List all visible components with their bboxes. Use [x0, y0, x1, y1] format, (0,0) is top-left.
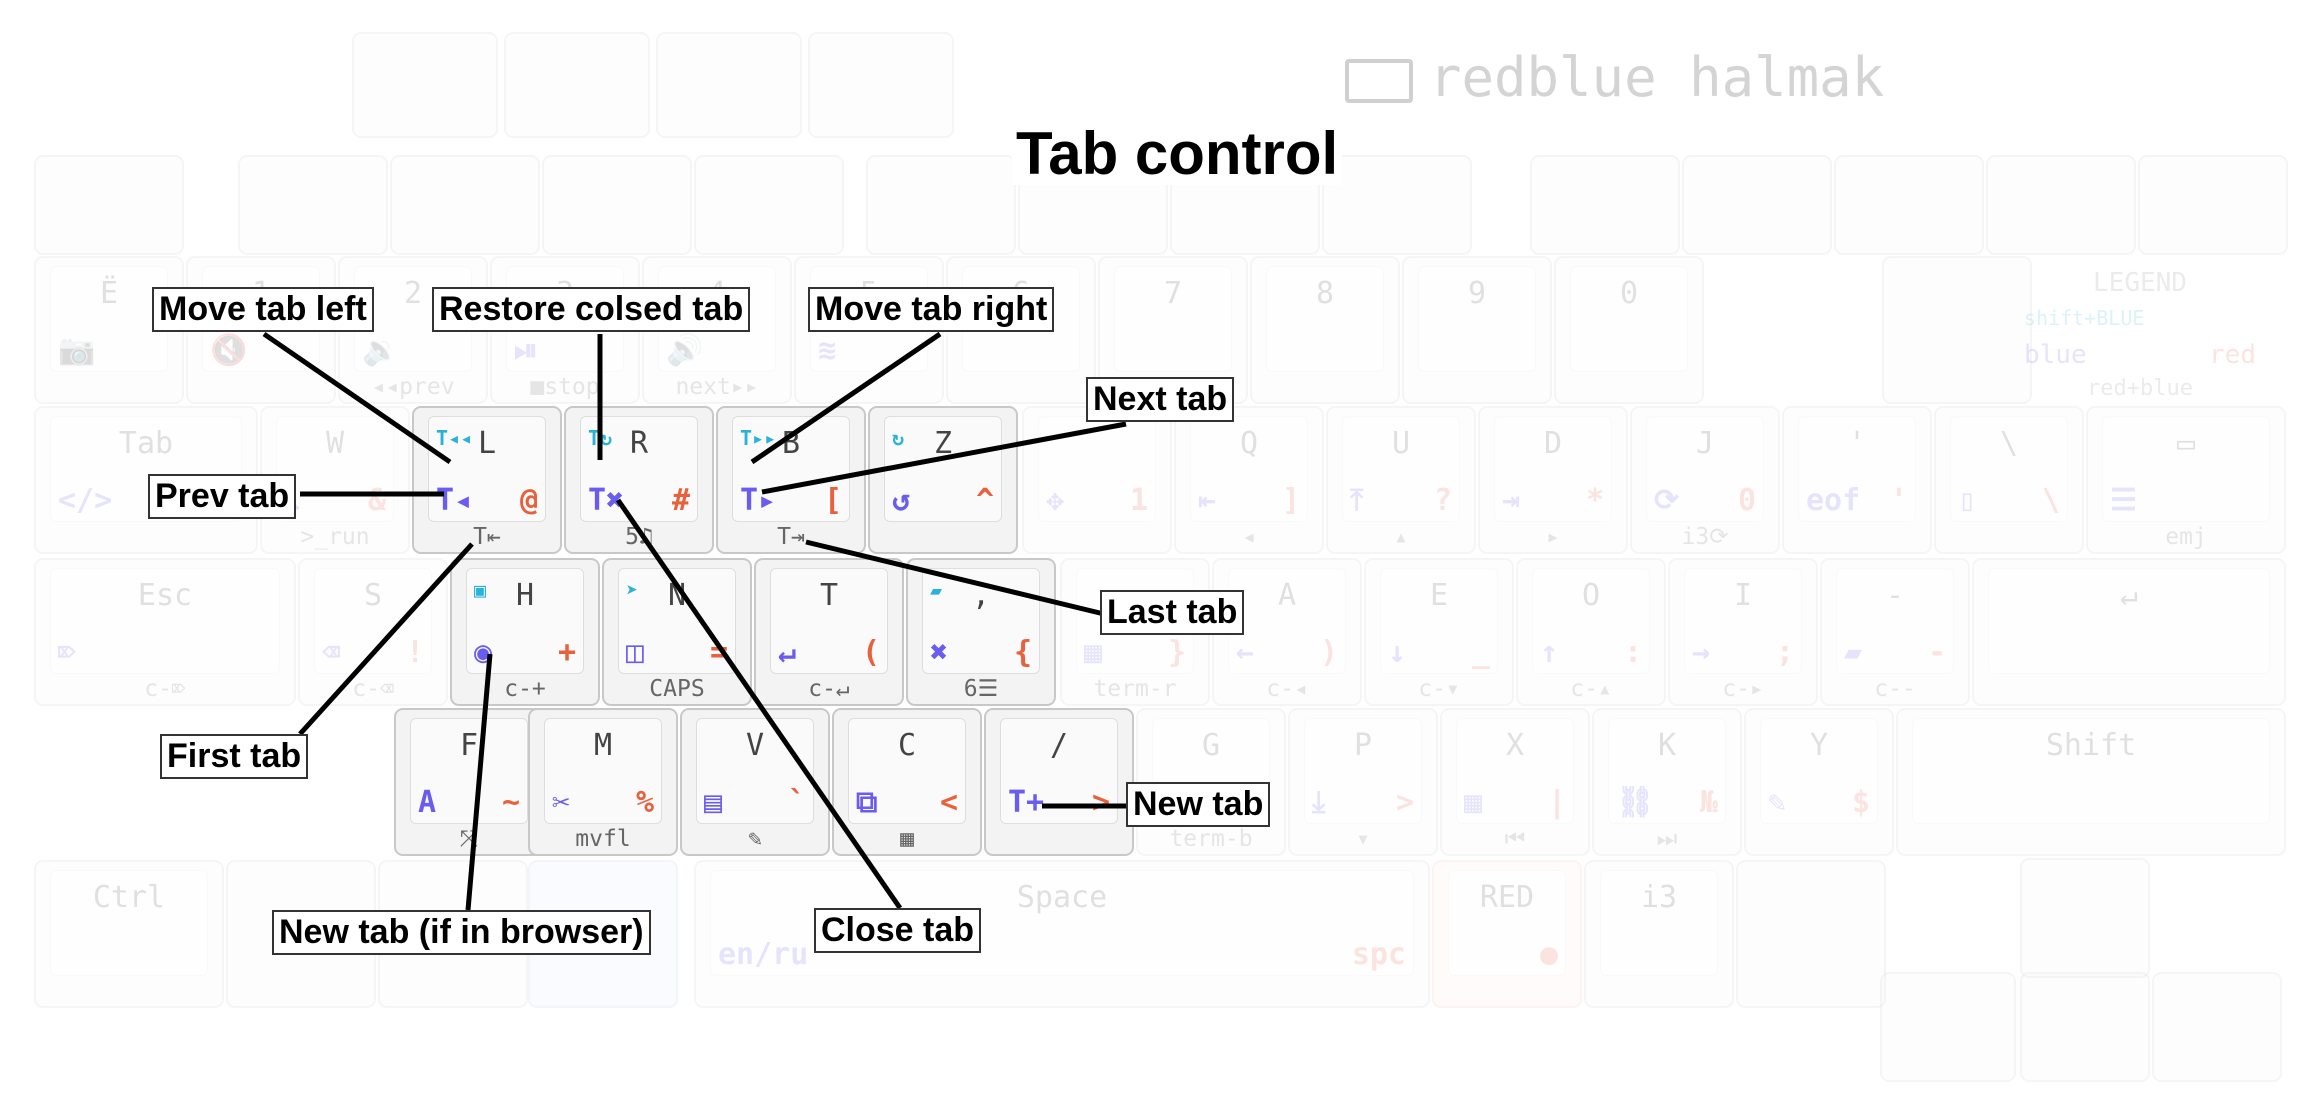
- callout-prev: Prev tab: [148, 474, 297, 520]
- callout-move-left: Move tab left: [152, 287, 374, 333]
- callout-next: Next tab: [1086, 377, 1235, 423]
- leader-line-first: [298, 542, 474, 736]
- callout-new: New tab: [1126, 782, 1271, 828]
- leader-line-last: [805, 539, 1105, 617]
- leader-line-next: [761, 421, 1127, 495]
- leader-line-move-left: [262, 331, 452, 465]
- callout-first: First tab: [160, 734, 309, 780]
- callout-close: Close tab: [814, 908, 982, 954]
- callout-restore: Restore colsed tab: [432, 287, 751, 333]
- keyboard-diagram: redblue halmak Ё📷1🔇2🔉◂◂prev3⏯■stop4🔊next…: [0, 0, 2316, 1113]
- callout-move-right: Move tab right: [808, 287, 1055, 333]
- leader-line-close: [615, 498, 903, 910]
- leader-line-move-right: [750, 331, 942, 465]
- diagram-title: Tab control: [1012, 122, 1343, 185]
- callout-last: Last tab: [1100, 590, 1245, 636]
- leader-line-new-browser: [465, 653, 493, 911]
- callout-new-browser: New tab (if in browser): [272, 910, 651, 956]
